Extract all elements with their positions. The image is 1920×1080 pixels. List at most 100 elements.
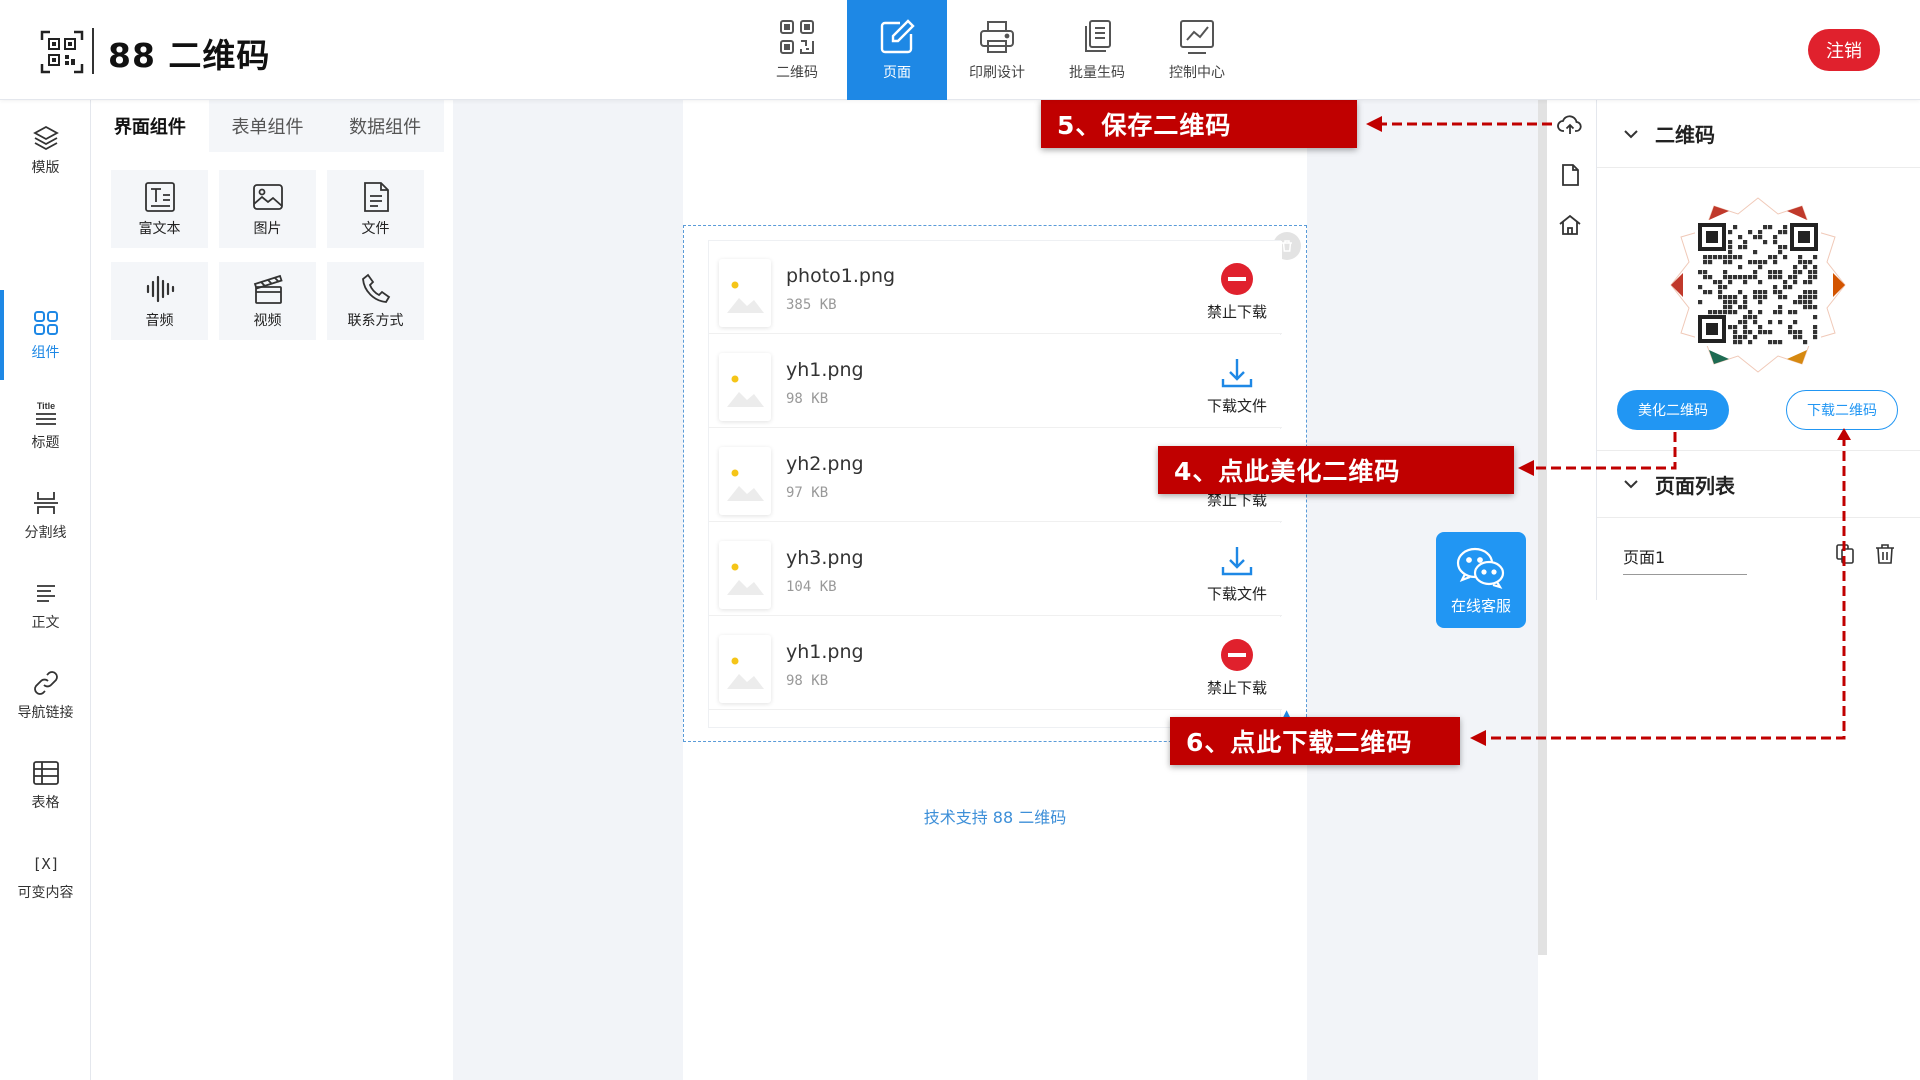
online-service-button[interactable]: 在线客服	[1436, 532, 1526, 628]
file-name: yh2.png	[786, 453, 864, 475]
component-image-label: 图片	[253, 221, 282, 237]
nav-control-center[interactable]: 控制中心	[1147, 0, 1247, 100]
page-list-header[interactable]: 页面列表	[1597, 450, 1920, 518]
image-file-icon	[719, 353, 771, 421]
component-tabs: 界面组件 表单组件 数据组件	[91, 100, 444, 152]
component-richtext[interactable]: 富文本	[111, 170, 208, 248]
file-size: 97 KB	[786, 485, 829, 501]
page-list-title: 页面列表	[1655, 473, 1735, 498]
component-file-label: 文件	[361, 221, 390, 237]
annotation-step5: 5、保存二维码	[1041, 100, 1357, 148]
annotation-step6: 6、点此下载二维码	[1170, 717, 1460, 765]
chart-icon	[1180, 20, 1214, 54]
sidebar-item-navlink[interactable]: 导航链接	[0, 655, 91, 735]
grid-icon	[33, 311, 58, 335]
copy-icon[interactable]	[1833, 542, 1857, 566]
home-icon[interactable]	[1557, 212, 1583, 238]
qr-code-preview	[1670, 197, 1846, 373]
richtext-icon	[144, 182, 175, 212]
file-row[interactable]: photo1.png 385 KB 禁止下载	[709, 241, 1282, 334]
qr-section-header[interactable]: 二维码	[1597, 100, 1920, 168]
variable-icon-text: [X]	[32, 855, 59, 873]
brand-title: 88 二维码	[108, 36, 271, 75]
layers-icon	[32, 125, 59, 151]
sidebar-label-navlink: 导航链接	[17, 705, 74, 721]
tab-ui-components[interactable]: 界面组件	[91, 100, 209, 152]
component-panel: 界面组件 表单组件 数据组件 富文本 图片 文件 音频 视频 联系方式	[91, 100, 453, 1080]
nav-print-label: 印刷设计	[969, 65, 1025, 81]
file-action-button[interactable]: 下载文件	[1192, 355, 1282, 425]
image-file-icon	[719, 541, 771, 609]
tab-form-components[interactable]: 表单组件	[209, 100, 327, 152]
beautify-qr-button[interactable]: 美化二维码	[1617, 390, 1729, 430]
component-audio-label: 音频	[145, 313, 174, 329]
file-name: yh1.png	[786, 359, 864, 381]
sidebar-item-table[interactable]: 表格	[0, 745, 91, 825]
component-file[interactable]: 文件	[327, 170, 424, 248]
nav-print-design[interactable]: 印刷设计	[947, 0, 1047, 100]
file-name: yh1.png	[786, 641, 864, 663]
sidebar-label-variable: 可变内容	[17, 885, 74, 901]
trash-icon	[1282, 240, 1292, 252]
file-icon	[363, 182, 389, 212]
sidebar-item-paragraph[interactable]: 正文	[0, 565, 91, 645]
file-action-label: 禁止下载	[1206, 303, 1267, 321]
file-action-button[interactable]: 禁止下载	[1192, 637, 1282, 707]
component-image[interactable]: 图片	[219, 170, 316, 248]
component-video-label: 视频	[253, 313, 282, 329]
logo-divider	[92, 28, 94, 74]
link-icon	[33, 671, 58, 695]
page-file-icon[interactable]	[1557, 162, 1583, 188]
nav-page[interactable]: 页面	[847, 0, 947, 100]
tab-data-components[interactable]: 数据组件	[326, 100, 444, 152]
qr-logo-icon[interactable]	[40, 30, 84, 74]
nav-batch[interactable]: 批量生码	[1047, 0, 1147, 100]
sidebar-item-title[interactable]: Title 标题	[0, 385, 91, 465]
file-size: 98 KB	[786, 391, 829, 407]
batch-docs-icon	[1085, 20, 1111, 52]
sidebar-label-title: 标题	[31, 435, 60, 451]
tech-support-link[interactable]: 技术支持 88 二维码	[683, 804, 1307, 828]
component-audio[interactable]: 音频	[111, 262, 208, 340]
file-size: 104 KB	[786, 579, 837, 595]
sidebar-item-variable[interactable]: [X] 可变内容	[0, 835, 91, 915]
file-row[interactable]: yh1.png 98 KB 禁止下载	[709, 617, 1282, 710]
component-contact-label: 联系方式	[347, 313, 404, 329]
sidebar-item-components[interactable]: 组件	[0, 295, 91, 375]
component-contact[interactable]: 联系方式	[327, 262, 424, 340]
sidebar-label-components: 组件	[31, 345, 60, 361]
title-icon-text: Title	[36, 401, 54, 411]
forbid-icon	[1221, 263, 1253, 295]
phone-icon	[361, 273, 390, 303]
component-video[interactable]: 视频	[219, 262, 316, 340]
file-action-button[interactable]: 下载文件	[1192, 543, 1282, 613]
variable-icon: [X]	[32, 855, 59, 873]
qrcode-icon	[780, 20, 814, 54]
file-row[interactable]: yh3.png 104 KB 下载文件	[709, 523, 1282, 616]
cloud-upload-icon[interactable]	[1557, 112, 1583, 138]
logout-button[interactable]: 注销	[1808, 29, 1880, 71]
nav-qrcode[interactable]: 二维码	[747, 0, 847, 100]
page-list-item[interactable]: 页面1	[1623, 544, 1747, 575]
canvas-scrollbar[interactable]	[1538, 100, 1547, 955]
image-file-icon	[719, 635, 771, 703]
chevron-down-icon	[1624, 129, 1638, 138]
sidebar-item-divider[interactable]: 分割线	[0, 475, 91, 555]
top-header: 88 二维码 二维码 页面 印刷设计 批量生码 控制中心 注销	[0, 0, 1920, 100]
file-row[interactable]: yh1.png 98 KB 下载文件	[709, 335, 1282, 428]
printer-icon	[980, 21, 1014, 53]
trash-icon[interactable]	[1873, 542, 1897, 566]
divider-icon	[33, 492, 58, 514]
file-action-button[interactable]: 禁止下载	[1192, 261, 1282, 331]
file-action-label: 下载文件	[1206, 585, 1267, 603]
sidebar-item-template[interactable]: 模版	[0, 110, 91, 190]
sidebar-label-paragraph: 正文	[31, 615, 60, 631]
edit-page-icon	[880, 19, 915, 54]
sidebar-label-table: 表格	[31, 795, 60, 811]
image-icon	[252, 184, 283, 210]
nav-batch-label: 批量生码	[1069, 65, 1125, 81]
video-icon	[253, 274, 283, 304]
chevron-down-icon	[1624, 480, 1638, 489]
audio-icon	[146, 275, 174, 303]
download-qr-button[interactable]: 下载二维码	[1786, 390, 1898, 430]
